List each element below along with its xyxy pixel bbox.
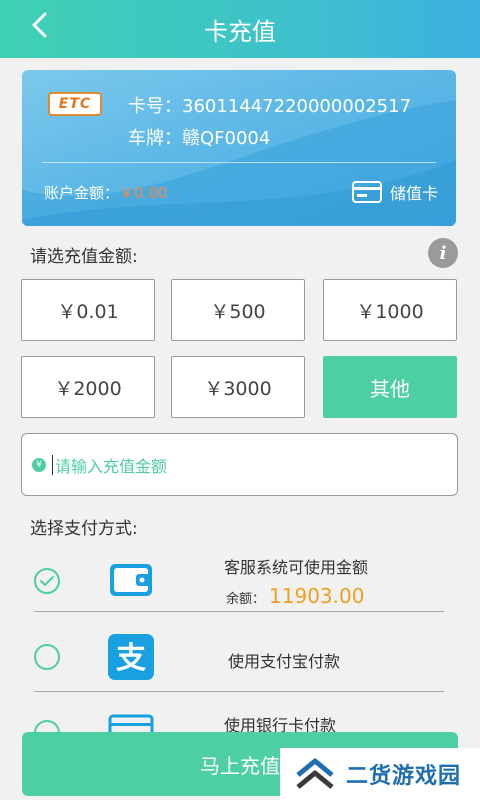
back-arrow-icon [32,12,47,38]
etc-logo: ETC [48,92,102,116]
payment-method-balance[interactable]: 客服系统可使用金额 余额： 11903.00 [0,552,480,612]
payment-label-alipay: 使用支付宝付款 [228,652,341,671]
amount-option-1000[interactable]: ￥1000 [323,279,457,341]
radio-unchecked[interactable] [34,644,60,670]
amount-option-other[interactable]: 其他 [323,356,457,418]
row-divider [34,611,444,612]
payment-section-label: 选择支付方式: [30,519,138,539]
watermark-text: 二货游戏园 [346,764,462,789]
currency-icon: ¥ [32,457,46,472]
alipay-icon: 支 [108,634,154,680]
amount-input[interactable]: ¥ 请输入充值金额 [21,433,458,496]
amount-section-label: 请选充值金额: [30,247,138,267]
card-type-label: 储值卡 [389,184,438,203]
account-balance: 账户金额：￥0.00 [44,182,167,203]
back-button[interactable] [22,8,56,42]
amount-option-3000[interactable]: ￥3000 [171,356,305,418]
amount-option-500[interactable]: ￥500 [171,279,305,341]
row-divider [34,691,444,692]
watermark: 二货游戏园 [280,748,480,800]
text-caret [52,454,53,475]
svg-text:支: 支 [116,641,146,676]
check-icon [40,576,54,587]
card-divider [42,162,436,163]
balance-label: 账户金额： [44,184,120,202]
amount-option-0.01[interactable]: ￥0.01 [21,279,155,341]
info-icon[interactable]: i [428,238,458,268]
remaining-value: 11903.00 [269,584,365,608]
card-type: 储值卡 [351,180,438,204]
watermark-logo-icon [296,758,334,789]
app-header: 卡充值 [0,0,480,58]
card-icon [351,181,382,203]
amount-input-placeholder: 请输入充值金额 [55,456,168,476]
amount-option-2000[interactable]: ￥2000 [21,356,155,418]
page-title: 卡充值 [204,17,276,46]
card-number: 卡号：36011447220000002517 [128,96,412,117]
payment-label-balance: 客服系统可使用金额 [224,558,369,577]
etc-card: ETC 卡号：36011447220000002517 车牌：赣QF0004 账… [22,70,456,226]
balance-amount: 余额： 11903.00 [226,584,364,608]
remaining-label: 余额： [226,592,266,607]
payment-method-alipay[interactable]: 支 使用支付宝付款 [0,632,480,686]
wallet-icon [110,564,152,596]
plate-number: 车牌：赣QF0004 [128,128,271,149]
balance-value: ￥0.00 [119,184,168,202]
radio-checked[interactable] [34,568,60,594]
